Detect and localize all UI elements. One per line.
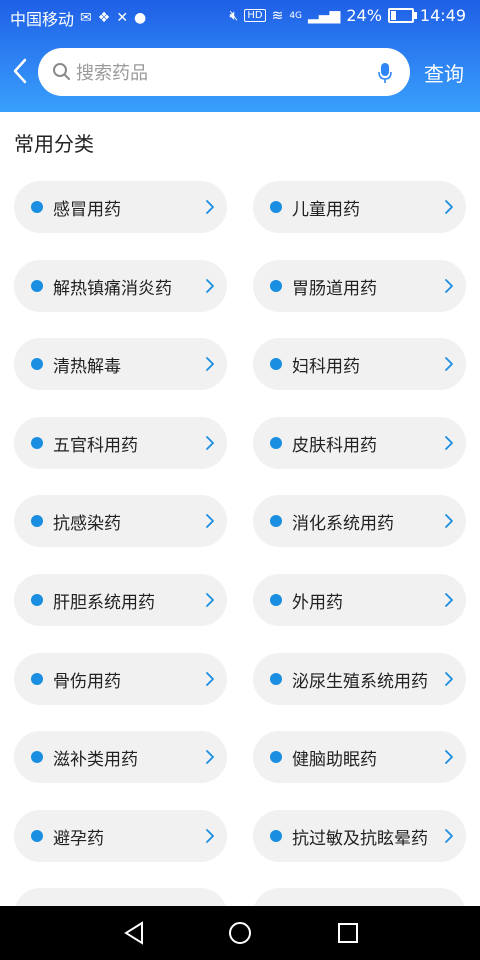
category-dot-icon [270, 673, 282, 685]
category-label: 感冒用药 [53, 200, 121, 220]
chevron-right-icon [206, 750, 214, 764]
category-pill[interactable]: 清热解毒 [14, 338, 227, 390]
category-dot-icon [270, 280, 282, 292]
category-dot-icon [31, 830, 43, 842]
chevron-right-icon [206, 279, 214, 293]
network-type-label: 4G [289, 10, 303, 21]
category-dot-icon [270, 594, 282, 606]
chevron-right-icon [206, 436, 214, 450]
carrier-label: 中国移动 [10, 10, 75, 29]
category-dot-icon [31, 201, 43, 213]
category-dot-icon [270, 515, 282, 527]
back-button[interactable] [10, 56, 30, 86]
category-pill[interactable]: 滋补类用药 [14, 731, 227, 783]
category-pill[interactable]: 外用药 [253, 574, 466, 626]
category-pill[interactable]: 皮肤科用药 [253, 417, 466, 469]
chevron-right-icon [445, 593, 453, 607]
category-label: 抗感染药 [53, 514, 121, 534]
category-label: 泌尿生殖系统用药 [292, 672, 428, 692]
status-bar: 中国移动 ✉ ❖ ✕ ● 🔇︎ HD ≋ 4G ▂▄▆ 24% 14:49 [0, 0, 480, 32]
clock: 14:49 [419, 6, 466, 25]
category-label: 避孕药 [53, 829, 104, 849]
category-dot-icon [270, 358, 282, 370]
category-label: 抗过敏及抗眩晕药 [292, 829, 428, 849]
category-label: 解热镇痛消炎药 [53, 279, 172, 299]
category-pill[interactable]: 骨伤用药 [14, 653, 227, 705]
microphone-icon[interactable] [378, 62, 392, 84]
app-header: 中国移动 ✉ ❖ ✕ ● 🔇︎ HD ≋ 4G ▂▄▆ 24% 14:49 搜索… [0, 0, 480, 112]
chevron-right-icon [445, 279, 453, 293]
message-icon: ● [134, 10, 147, 26]
chevron-right-icon [206, 829, 214, 843]
category-label: 消化系统用药 [292, 514, 394, 534]
chevron-right-icon [445, 672, 453, 686]
category-label: 肝胆系统用药 [53, 593, 155, 613]
category-pill[interactable]: 抗过敏及抗眩晕药 [253, 810, 466, 862]
wechat-icon: ✉ [80, 10, 92, 26]
chevron-right-icon [445, 357, 453, 371]
chevron-right-icon [445, 750, 453, 764]
system-nav-bar [0, 906, 480, 960]
hd-icon: HD [244, 9, 266, 22]
category-dot-icon [31, 437, 43, 449]
battery-percent: 24% [346, 6, 382, 25]
chevron-right-icon [445, 829, 453, 843]
gift-icon: ❖ [97, 10, 111, 26]
category-dot-icon [270, 437, 282, 449]
category-pill[interactable]: 健脑助眠药 [253, 731, 466, 783]
category-pill[interactable]: 妇科用药 [253, 338, 466, 390]
category-dot-icon [31, 751, 43, 763]
category-label: 胃肠道用药 [292, 279, 377, 299]
category-label: 骨伤用药 [53, 672, 121, 692]
category-label: 儿童用药 [292, 200, 360, 220]
category-pill[interactable]: 肝胆系统用药 [14, 574, 227, 626]
category-pill[interactable]: 泌尿生殖系统用药 [253, 653, 466, 705]
category-label: 清热解毒 [53, 357, 121, 377]
category-dot-icon [31, 673, 43, 685]
signal-icon: ▂▄▆ [308, 7, 341, 24]
query-button[interactable]: 查询 [424, 58, 464, 87]
category-pill[interactable]: 消化系统用药 [253, 495, 466, 547]
category-label: 外用药 [292, 593, 343, 613]
search-input[interactable] [74, 58, 378, 88]
battery-icon [387, 8, 417, 23]
category-pill[interactable]: 儿童用药 [253, 181, 466, 233]
category-dot-icon [31, 358, 43, 370]
category-pill[interactable]: 胃肠道用药 [253, 260, 466, 312]
back-arrow-icon [13, 58, 27, 84]
category-dot-icon [31, 515, 43, 527]
mute-icon: 🔇︎ [229, 7, 239, 24]
category-pill[interactable]: 避孕药 [14, 810, 227, 862]
category-label: 妇科用药 [292, 357, 360, 377]
chevron-right-icon [206, 593, 214, 607]
search-box[interactable] [38, 48, 410, 96]
category-dot-icon [31, 280, 43, 292]
chevron-right-icon [445, 436, 453, 450]
chevron-right-icon [206, 357, 214, 371]
category-dot-icon [270, 751, 282, 763]
category-dot-icon [31, 594, 43, 606]
section-title: 常用分类 [14, 132, 94, 156]
category-dot-icon [270, 830, 282, 842]
category-label: 滋补类用药 [53, 750, 138, 770]
wifi-icon: ≋ [271, 7, 284, 24]
chevron-right-icon [445, 200, 453, 214]
nav-back-icon[interactable] [122, 920, 146, 946]
chevron-right-icon [206, 200, 214, 214]
chevron-right-icon [445, 514, 453, 528]
category-label: 健脑助眠药 [292, 750, 377, 770]
category-pill[interactable]: 解热镇痛消炎药 [14, 260, 227, 312]
chevron-right-icon [206, 672, 214, 686]
chevron-right-icon [206, 514, 214, 528]
nav-recent-apps-icon[interactable] [336, 920, 360, 946]
category-label: 皮肤科用药 [292, 436, 377, 456]
category-pill[interactable]: 抗感染药 [14, 495, 227, 547]
category-pill[interactable]: 感冒用药 [14, 181, 227, 233]
category-label: 五官科用药 [53, 436, 138, 456]
nav-home-icon[interactable] [228, 920, 252, 946]
notification-icon: ✕ [116, 10, 129, 26]
search-icon [53, 63, 70, 80]
category-pill[interactable]: 五官科用药 [14, 417, 227, 469]
category-dot-icon [270, 201, 282, 213]
